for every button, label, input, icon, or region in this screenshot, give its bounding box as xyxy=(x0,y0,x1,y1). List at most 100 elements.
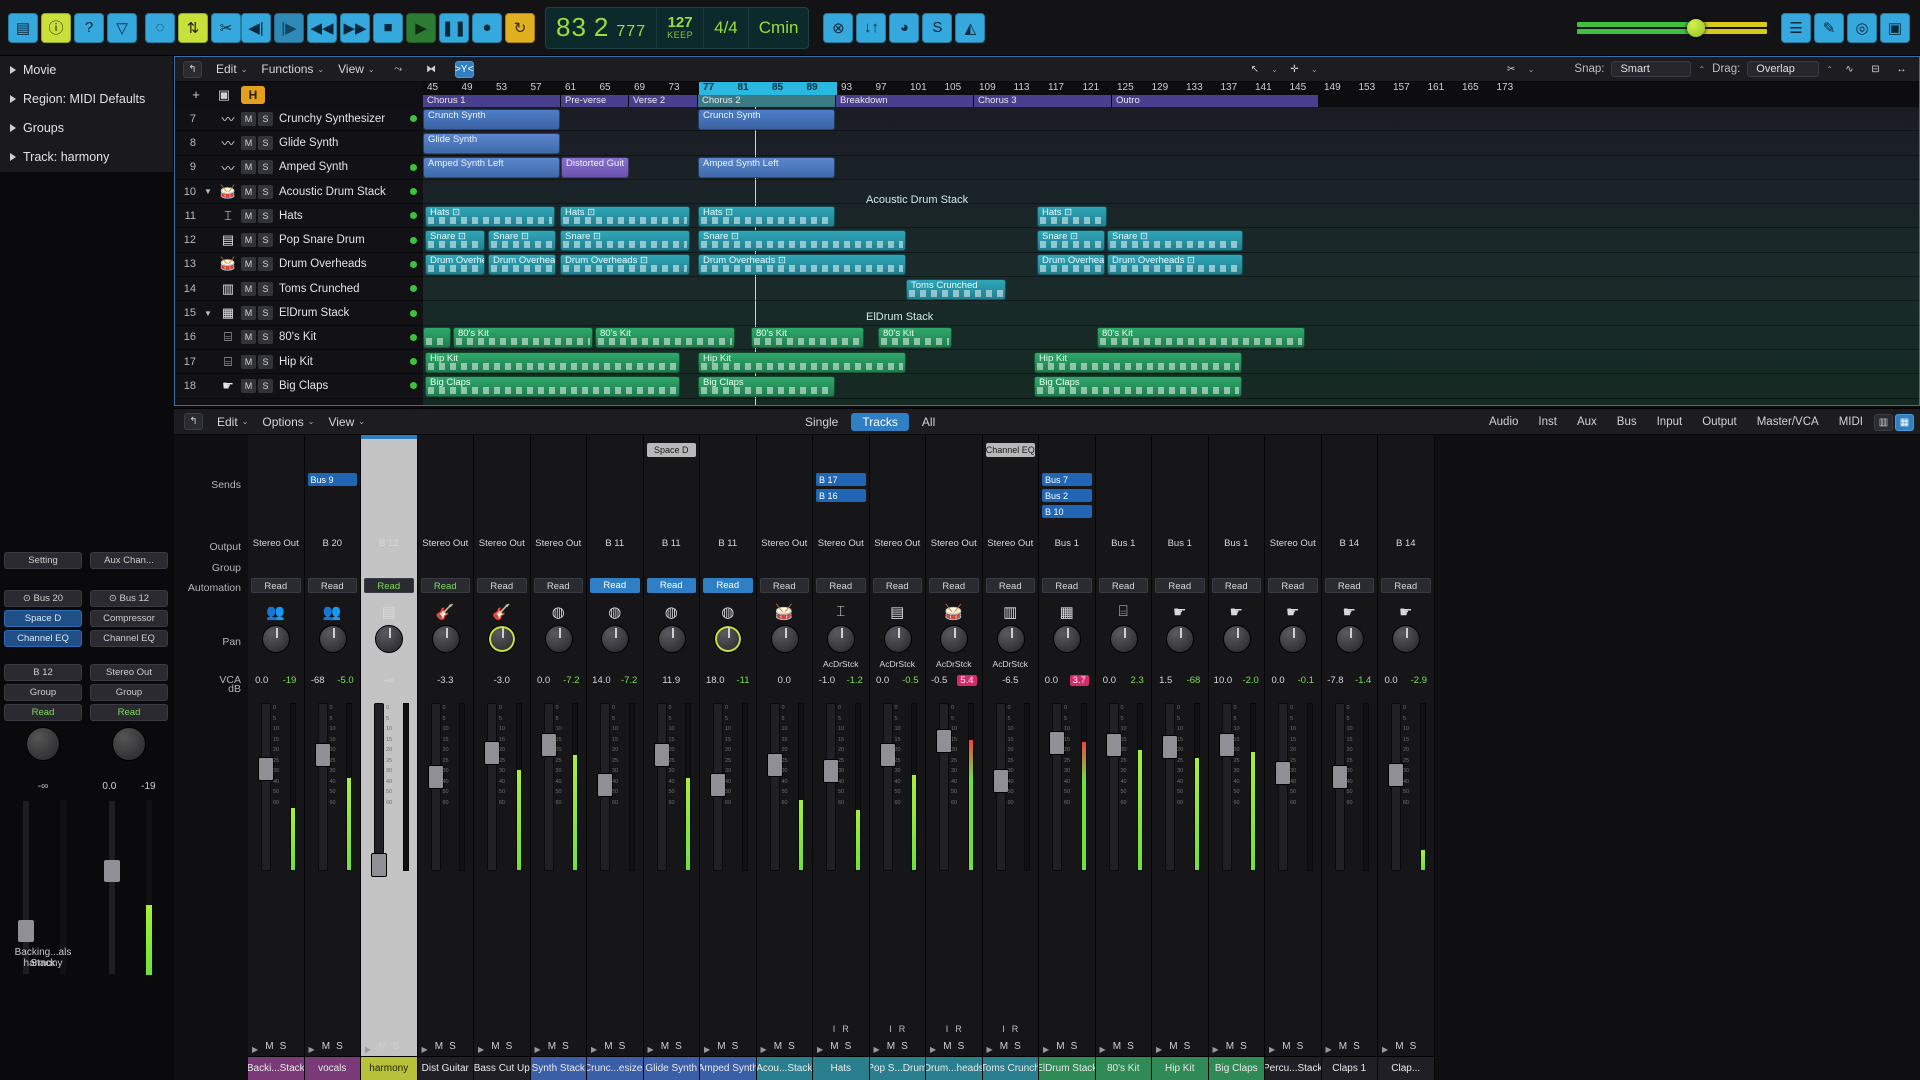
solo-button[interactable]: S xyxy=(562,1041,569,1052)
output-slot[interactable]: Bus 1 xyxy=(1212,536,1262,551)
peak-db[interactable]: -0.1 xyxy=(1298,675,1314,686)
peak-db[interactable]: -2.9 xyxy=(1411,675,1427,686)
mute-button[interactable]: M xyxy=(717,1041,725,1052)
solo-button[interactable]: S xyxy=(1127,1041,1134,1052)
volume-db[interactable]: 11.9 xyxy=(662,675,680,686)
channel-strip-big-claps[interactable]: Bus 1 Read ☛ 10.0 -2.0 0 5 10 15 20 25 30 40 50 60 M S ▶ B… xyxy=(1208,435,1265,1080)
expand-arrow-icon[interactable]: ▶ xyxy=(365,1045,371,1054)
expand-arrow-icon[interactable]: ▶ xyxy=(1213,1045,1219,1054)
output-slot[interactable]: Stereo Out xyxy=(251,536,301,551)
region-big-claps[interactable]: Big Claps xyxy=(698,375,835,397)
lcd-signature-cell[interactable]: 4/4 xyxy=(704,7,749,48)
go-to-end-button[interactable]: |▶ xyxy=(274,12,304,43)
fader-area[interactable]: 0 5 10 15 20 25 30 40 50 60 xyxy=(1096,703,1152,871)
mute-button[interactable]: M xyxy=(1169,1041,1177,1052)
list-editors-icon[interactable]: ☰ xyxy=(1781,12,1811,43)
ruler-bar-161[interactable]: 161 xyxy=(1428,82,1445,93)
solo-button[interactable]: S xyxy=(258,330,273,345)
filter-aux[interactable]: Aux xyxy=(1568,414,1606,430)
volume-db[interactable]: 18.0 xyxy=(706,675,725,686)
record-button[interactable]: R xyxy=(955,1024,962,1034)
channel-strip-hip-kit[interactable]: Bus 1 Read ☛ 1.5 -68 0 5 10 15 20 25 30 40 50 60 M S ▶ Hip… xyxy=(1152,435,1209,1080)
mute-button[interactable]: M xyxy=(241,233,256,248)
split-view-icon[interactable]: ▦ xyxy=(1895,413,1914,431)
flex-icon[interactable]: ⧓ xyxy=(422,61,441,78)
ruler-bar-97[interactable]: 97 xyxy=(876,82,887,93)
ruler-bar-153[interactable]: 153 xyxy=(1359,82,1376,93)
strip-name[interactable]: Percu...Stack xyxy=(1265,1056,1321,1080)
volume-db[interactable]: 0.0 xyxy=(1271,675,1284,686)
peak-db[interactable]: -1.2 xyxy=(846,675,862,686)
fader-handle[interactable] xyxy=(992,769,1009,793)
ruler-bars[interactable]: 45 49 53 57 61 65 69 73 77 81 85 89 93 97 101 105 109 113… xyxy=(423,82,1919,95)
mute-button[interactable]: M xyxy=(241,135,256,150)
region-snare-[interactable]: Snare ⊡ xyxy=(698,230,906,252)
output-slot[interactable]: Stereo Out xyxy=(816,536,866,551)
automation-mode[interactable]: Read xyxy=(533,578,583,593)
marker-chorus-1[interactable]: Chorus 1 xyxy=(423,95,561,107)
low-latency-mode-icon[interactable]: ⊗ xyxy=(823,12,854,43)
ruler-bar-73[interactable]: 73 xyxy=(669,82,680,93)
fader-handle[interactable] xyxy=(653,743,670,767)
solo-button[interactable]: S xyxy=(258,378,273,393)
expand-arrow-icon[interactable]: ▶ xyxy=(1382,1045,1388,1054)
expand-arrow-icon[interactable]: ▶ xyxy=(478,1045,484,1054)
track-header-acoustic-drum-stack[interactable]: 10 ▼ 🥁 M S Acoustic Drum Stack xyxy=(175,180,423,205)
disclosure-triangle-icon[interactable] xyxy=(10,95,16,103)
mute-button[interactable]: M xyxy=(241,257,256,272)
drag-chevron-icon[interactable]: ⌃ xyxy=(1826,65,1833,74)
channel-strip-percu-stack[interactable]: Stereo Out Read ☛ 0.0 -0.1 0 5 10 15 20 25 30 40 50 60… xyxy=(1265,435,1322,1080)
solo-button[interactable]: S xyxy=(258,208,273,223)
pan-knob[interactable] xyxy=(770,625,799,653)
solo-button[interactable]: S xyxy=(788,1041,795,1052)
snap-chevron-icon[interactable]: ⌃ xyxy=(1698,65,1705,74)
expand-arrow-icon[interactable]: ▶ xyxy=(1100,1045,1106,1054)
arrangement-markers[interactable]: Chorus 1 Pre-verse Verse 2 Chorus 2 Breakdow… xyxy=(423,95,1919,107)
channel-strip-dist-guitar[interactable]: Stereo Out Read 🎸 -3.3 0 5 10 15 20 25 30 40 50 60 M S ▶… xyxy=(417,435,474,1080)
automation-mode[interactable]: Read xyxy=(1381,578,1431,593)
track-disclosure-icon[interactable]: ▼ xyxy=(201,187,215,196)
mute-button[interactable]: M xyxy=(241,184,256,199)
pan-knob[interactable] xyxy=(318,625,347,653)
volume-db[interactable]: -3.3 xyxy=(437,675,453,686)
inspector-row-movie[interactable]: Movie xyxy=(0,56,173,85)
strip-name[interactable]: Amped Synth xyxy=(700,1056,756,1080)
pan-knob[interactable] xyxy=(657,625,686,653)
inspector-row-region[interactable]: Region: MIDI Defaults xyxy=(0,85,173,114)
zoom-horizontal-icon[interactable]: ↔ xyxy=(1892,61,1911,78)
ruler-bar-101[interactable]: 101 xyxy=(910,82,927,93)
automation-mode[interactable]: Read xyxy=(590,578,640,593)
ruler-bar-113[interactable]: 113 xyxy=(1014,82,1030,93)
region-hip-kit[interactable]: Hip Kit xyxy=(1034,351,1242,373)
automation-mode[interactable]: Read xyxy=(872,578,922,593)
fader-area[interactable]: 0 5 10 15 20 25 30 40 50 60 xyxy=(305,703,361,871)
mute-button[interactable]: M xyxy=(1226,1041,1234,1052)
output-slot[interactable]: B 20 xyxy=(308,536,358,551)
channel-strip-bass-cut-up[interactable]: Stereo Out Read 🎸 -3.0 0 5 10 15 20 25 30 40 50 60 M S ▶… xyxy=(474,435,531,1080)
region-80-s-kit[interactable]: 80's Kit xyxy=(453,327,593,349)
region-drum-overheads-[interactable]: Drum Overheads ⊡ xyxy=(560,254,690,276)
record-enable-icon[interactable] xyxy=(410,188,417,196)
disclosure-triangle-icon[interactable] xyxy=(10,124,16,132)
solo-button[interactable]: S xyxy=(506,1041,513,1052)
output-slot[interactable]: Stereo Out xyxy=(929,536,979,551)
region-hats-[interactable]: Hats ⊡ xyxy=(425,205,555,227)
volume-db[interactable]: -6.5 xyxy=(1002,675,1018,686)
filter-input[interactable]: Input xyxy=(1648,414,1692,430)
region-snare-[interactable]: Snare ⊡ xyxy=(425,230,485,252)
peak-db[interactable]: -68 xyxy=(1187,675,1201,686)
mute-button[interactable]: M xyxy=(604,1041,612,1052)
track-header-80-s-kit[interactable]: 16 ⌸ M S 80's Kit xyxy=(175,326,423,350)
disclosure-triangle-icon[interactable] xyxy=(10,66,16,74)
expand-arrow-icon[interactable]: ▶ xyxy=(1043,1045,1049,1054)
region-80-s-kit[interactable]: 80's Kit xyxy=(1097,327,1305,349)
volume-db[interactable]: -0.5 xyxy=(931,675,947,686)
pause-button[interactable]: ❚❚ xyxy=(439,12,469,43)
send-slot[interactable]: B 17 xyxy=(816,473,866,486)
pan-knob[interactable] xyxy=(26,727,60,761)
record-enable-icon[interactable] xyxy=(410,236,417,244)
volume-db[interactable]: 1.5 xyxy=(1159,675,1172,686)
fader-area[interactable]: 0 5 10 15 20 25 30 40 50 60 xyxy=(983,703,1039,871)
solo-button[interactable]: S xyxy=(901,1041,908,1052)
add-track-button[interactable]: + xyxy=(185,86,207,104)
